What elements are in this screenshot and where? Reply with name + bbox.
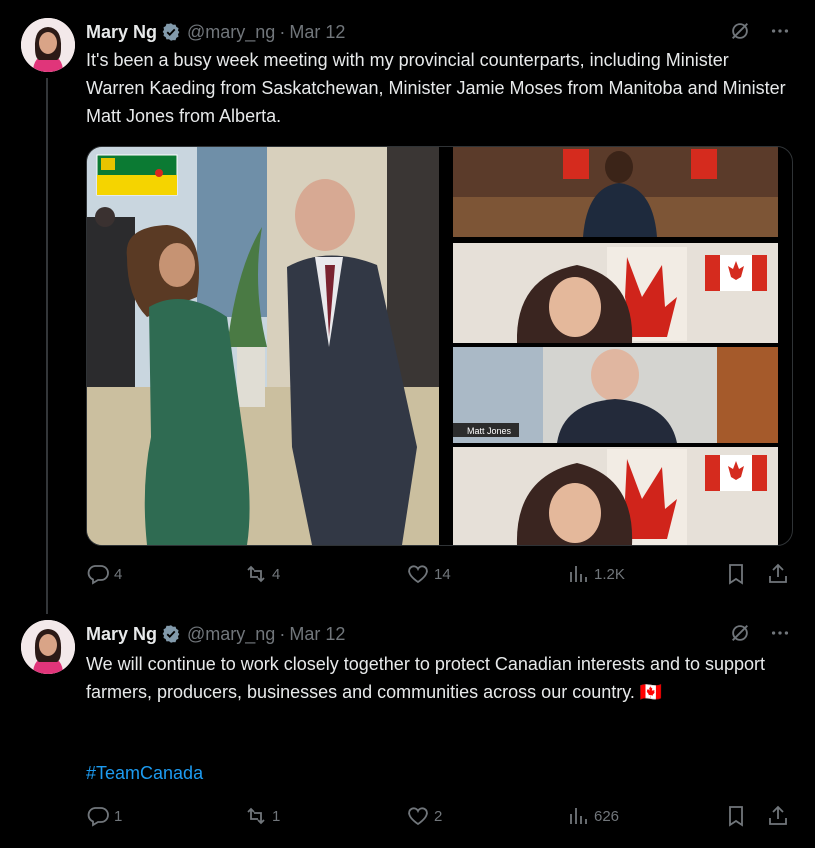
avatar[interactable] [21, 620, 75, 674]
tweet-date[interactable]: Mar 12 [289, 22, 345, 43]
reply-count: 1 [114, 807, 123, 825]
canada-flag [705, 255, 767, 291]
like-button[interactable]: 14 [406, 562, 451, 586]
separator-dot: · [279, 623, 286, 644]
verified-badge-icon [162, 23, 180, 41]
more-icon[interactable] [769, 20, 791, 42]
saskatchewan-flag [96, 154, 178, 196]
like-button[interactable]: 2 [406, 804, 442, 828]
reply-icon [87, 807, 109, 827]
author-name[interactable]: Mary Ng [86, 624, 157, 645]
bookmark-icon [729, 564, 743, 585]
tweet-media[interactable]: Matt Jones [86, 146, 793, 546]
more-icon[interactable] [769, 622, 791, 644]
reply-button[interactable]: 1 [86, 804, 122, 828]
views-button[interactable]: 1.2K [566, 562, 625, 586]
share-button[interactable] [766, 562, 790, 586]
reply-button[interactable]: 4 [86, 562, 122, 586]
repost-button[interactable]: 1 [244, 804, 280, 828]
verified-badge-icon [162, 625, 180, 643]
tweet-date[interactable]: Mar 12 [289, 624, 345, 645]
tweet-2[interactable]: Mary Ng @mary_ng · Mar 12 We will contin… [0, 600, 815, 848]
tweet-1[interactable]: Mary Ng @mary_ng · Mar 12 It's been a bu… [0, 0, 815, 614]
thread-line [46, 78, 48, 614]
bookmark-button[interactable] [724, 562, 748, 586]
views-count: 626 [594, 807, 620, 825]
share-icon [769, 563, 787, 583]
bookmark-button[interactable] [724, 804, 748, 828]
views-icon [570, 808, 587, 824]
like-icon [408, 565, 428, 584]
grok-icon[interactable] [729, 20, 751, 42]
reply-count: 4 [114, 565, 123, 583]
canada-flag-2 [705, 455, 767, 491]
repost-button[interactable]: 4 [244, 562, 280, 586]
repost-icon [247, 807, 265, 825]
tweet-actions: 1 1 2 626 [86, 804, 791, 830]
tweet-actions: 4 4 14 1.2K [86, 562, 791, 588]
like-icon [408, 807, 428, 826]
tweet-text: It's been a busy week meeting with my pr… [86, 50, 786, 126]
reply-icon [87, 565, 109, 585]
views-icon [570, 566, 587, 582]
tweet-text: We will continue to work closely togethe… [86, 654, 766, 702]
author-handle[interactable]: @mary_ng [187, 22, 275, 43]
media-photo-grid: Matt Jones [87, 147, 778, 545]
share-icon [769, 805, 787, 825]
share-button[interactable] [766, 804, 790, 828]
grok-icon[interactable] [729, 622, 751, 644]
like-count: 2 [434, 807, 443, 825]
like-count: 14 [434, 565, 451, 583]
bookmark-icon [729, 806, 743, 827]
tweet-header: Mary Ng @mary_ng · Mar 12 [86, 622, 345, 646]
tweet-top-icons [729, 20, 791, 42]
views-count: 1.2K [594, 565, 625, 583]
views-button[interactable]: 626 [566, 804, 619, 828]
separator-dot: · [279, 21, 286, 42]
avatar[interactable] [21, 18, 75, 72]
photo-in-person-meeting [87, 147, 439, 545]
hashtag-link[interactable]: #TeamCanada [86, 759, 786, 787]
tweet-top-icons [729, 622, 791, 644]
video-call-grid: Matt Jones [453, 147, 778, 545]
repost-count: 4 [272, 565, 281, 583]
repost-count: 1 [272, 807, 281, 825]
video-name-label: Matt Jones [467, 426, 512, 436]
author-name[interactable]: Mary Ng [86, 22, 157, 43]
repost-icon [247, 565, 265, 583]
tweet-header: Mary Ng @mary_ng · Mar 12 [86, 20, 345, 44]
author-handle[interactable]: @mary_ng [187, 624, 275, 645]
